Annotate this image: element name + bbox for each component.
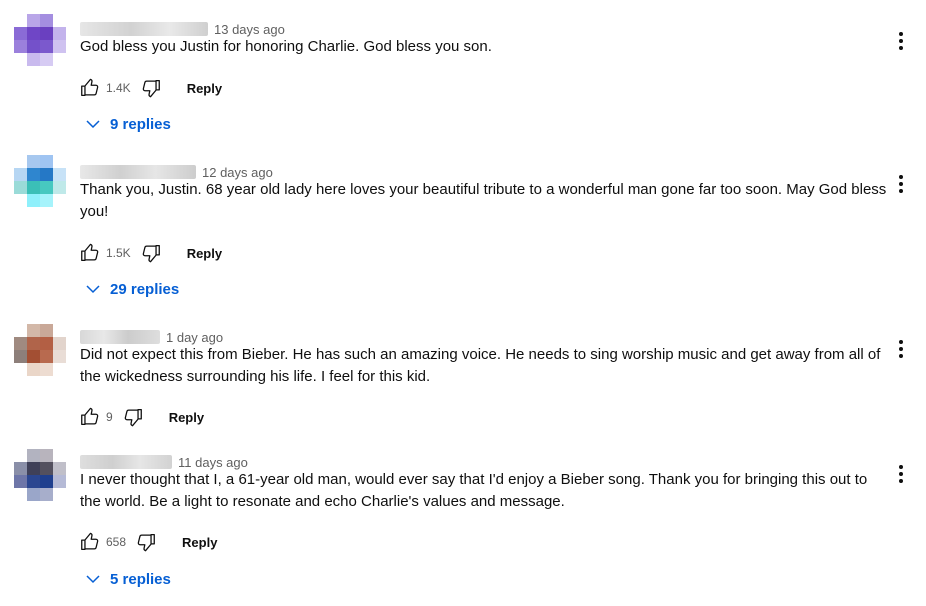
replies-count-label: 29 replies: [110, 280, 180, 298]
more-vert-icon: [899, 175, 903, 193]
like-count: 1.5K: [106, 246, 131, 260]
comment-menu-button[interactable]: [890, 30, 912, 52]
more-vert-icon: [899, 340, 903, 358]
reply-button[interactable]: Reply: [187, 81, 222, 96]
chevron-down-icon: [86, 575, 100, 584]
comment-actions: 658 Reply: [78, 530, 217, 554]
replies-count-label: 9 replies: [110, 115, 171, 133]
comment-text: Thank you, Justin. 68 year old lady here…: [80, 181, 887, 220]
dislike-button[interactable]: [121, 405, 145, 429]
author-name[interactable]: [80, 22, 208, 36]
dislike-button[interactable]: [134, 530, 158, 554]
like-button[interactable]: [78, 530, 102, 554]
like-button[interactable]: [78, 405, 102, 429]
replies-toggle[interactable]: 29 replies: [84, 278, 179, 300]
comment-actions: 1.5K Reply: [78, 241, 222, 265]
replies-count-label: 5 replies: [110, 570, 171, 588]
comment-menu-button[interactable]: [890, 338, 912, 360]
comment-menu-button[interactable]: [890, 463, 912, 485]
thumbs-down-icon: [135, 531, 157, 553]
replies-toggle[interactable]: 9 replies: [84, 113, 171, 135]
comment-timestamp[interactable]: 11 days ago: [178, 455, 248, 470]
avatar[interactable]: [14, 449, 66, 501]
comment-timestamp[interactable]: 12 days ago: [202, 165, 273, 180]
comment-actions: 9 Reply: [78, 405, 204, 429]
thumbs-up-icon: [79, 77, 101, 99]
thumbs-up-icon: [79, 531, 101, 553]
chevron-down-icon: [86, 120, 100, 129]
comment-actions: 1.4K Reply: [78, 76, 222, 100]
thumbs-up-icon: [79, 242, 101, 264]
reply-button[interactable]: Reply: [187, 246, 222, 261]
like-count: 9: [106, 410, 113, 424]
author-name[interactable]: [80, 165, 196, 179]
thumbs-up-icon: [79, 406, 101, 428]
comment-text: Did not expect this from Bieber. He has …: [80, 346, 881, 385]
author-name[interactable]: [80, 455, 172, 469]
chevron-down-icon: [86, 285, 100, 294]
replies-toggle[interactable]: 5 replies: [84, 568, 171, 590]
reply-button[interactable]: Reply: [182, 535, 217, 550]
more-vert-icon: [899, 32, 903, 50]
thumbs-down-icon: [122, 406, 144, 428]
comment-timestamp[interactable]: 1 day ago: [166, 330, 223, 345]
more-vert-icon: [899, 465, 903, 483]
comment-text: I never thought that I, a 61-year old ma…: [80, 471, 868, 510]
thumbs-down-icon: [140, 242, 162, 264]
comment-text: God bless you Justin for honoring Charli…: [80, 38, 492, 55]
like-button[interactable]: [78, 76, 102, 100]
comment-menu-button[interactable]: [890, 173, 912, 195]
comment-timestamp[interactable]: 13 days ago: [214, 22, 285, 37]
avatar[interactable]: [14, 14, 66, 66]
like-button[interactable]: [78, 241, 102, 265]
thumbs-down-icon: [140, 77, 162, 99]
dislike-button[interactable]: [139, 76, 163, 100]
avatar[interactable]: [14, 324, 66, 376]
dislike-button[interactable]: [139, 241, 163, 265]
reply-button[interactable]: Reply: [169, 410, 204, 425]
avatar[interactable]: [14, 155, 66, 207]
like-count: 658: [106, 535, 127, 549]
like-count: 1.4K: [106, 81, 131, 95]
author-name[interactable]: [80, 330, 160, 344]
